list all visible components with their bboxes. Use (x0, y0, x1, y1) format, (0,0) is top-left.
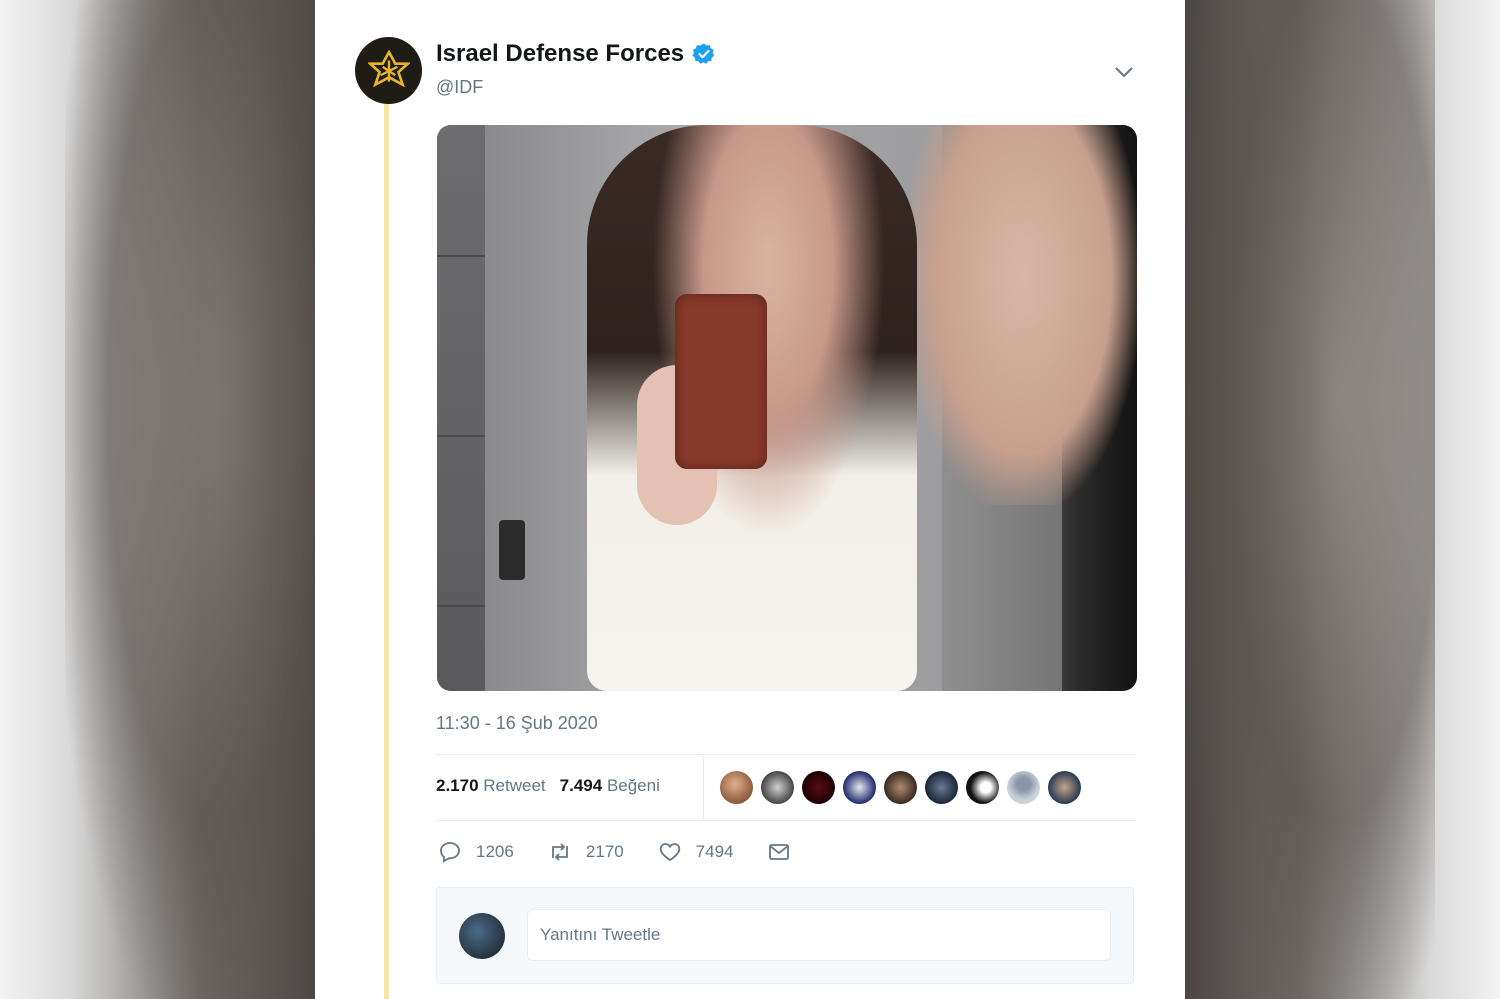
liker-avatar[interactable] (761, 771, 794, 804)
background-blur-right (1185, 0, 1435, 999)
liker-avatar[interactable] (925, 771, 958, 804)
tweet-photo[interactable] (437, 125, 1137, 691)
reply-composer: Yanıtını Tweetle (436, 887, 1134, 984)
chevron-down-icon[interactable] (1113, 62, 1135, 82)
photo-phone (675, 294, 767, 469)
message-action[interactable] (767, 840, 791, 864)
divider-bottom (436, 820, 1136, 821)
photo-door-handle (499, 520, 525, 580)
verified-badge-icon (692, 43, 715, 64)
idf-logo-icon (367, 49, 410, 87)
background-blur-left (65, 0, 315, 999)
retweet-icon (551, 843, 568, 861)
divider-top (436, 754, 1136, 755)
like-action[interactable]: 7494 (658, 840, 734, 864)
liker-avatar[interactable] (966, 771, 999, 804)
liker-avatar[interactable] (1007, 771, 1040, 804)
photo-tile-line (437, 605, 485, 607)
like-stat[interactable]: 7.494 Beğeni (560, 776, 660, 796)
liker-avatar[interactable] (1048, 771, 1081, 804)
liker-avatar[interactable] (802, 771, 835, 804)
reply-input[interactable]: Yanıtını Tweetle (527, 909, 1111, 961)
photo-tile-line (437, 435, 485, 437)
tweet-stats: 2.170 Retweet 7.494 Beğeni (436, 776, 660, 796)
photo-arm (907, 125, 1137, 505)
heart-icon (659, 843, 680, 862)
reply-action[interactable]: 1206 (438, 840, 514, 864)
photo-tile-line (437, 255, 485, 257)
current-user-avatar[interactable] (459, 913, 505, 959)
thread-line (384, 104, 389, 999)
liker-avatar[interactable] (720, 771, 753, 804)
tweet-timestamp[interactable]: 11:30 - 16 Şub 2020 (436, 713, 598, 734)
tweet-actions: 1206 2170 7494 (438, 840, 825, 864)
reply-count: 1206 (476, 842, 514, 861)
retweet-stat[interactable]: 2.170 Retweet (436, 776, 546, 796)
like-count: 7494 (695, 842, 734, 861)
like-stat-label: Beğeni (606, 776, 660, 795)
author-handle[interactable]: @IDF (436, 77, 483, 98)
author-name-text[interactable]: Israel Defense Forces (436, 40, 684, 68)
retweet-count: 2170 (585, 842, 624, 861)
liker-avatar[interactable] (884, 771, 917, 804)
like-stat-count: 7.494 (559, 776, 603, 795)
retweet-action[interactable]: 2170 (548, 840, 624, 864)
liker-avatar[interactable] (843, 771, 876, 804)
envelope-icon (769, 844, 790, 860)
retweet-stat-label: Retweet (483, 776, 546, 795)
reply-icon (440, 842, 460, 863)
liker-avatars (720, 771, 1081, 804)
stats-separator (703, 756, 704, 820)
author-name[interactable]: Israel Defense Forces (436, 40, 716, 68)
author-avatar[interactable] (355, 37, 422, 104)
retweet-stat-count: 2.170 (436, 776, 479, 795)
